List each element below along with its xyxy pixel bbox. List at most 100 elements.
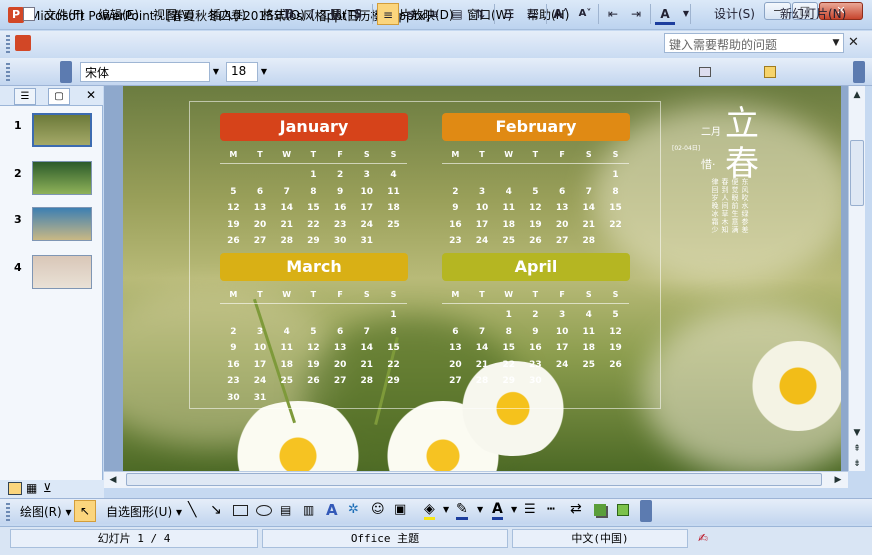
help-search-input[interactable]: 键入需要帮助的问题 [664,33,844,53]
bullets-icon[interactable]: ☰ [522,3,542,25]
select-pointer-icon[interactable]: ↖ [74,500,96,522]
font-size-select[interactable]: 18 [226,62,258,82]
scroll-up-icon[interactable]: ▲ [849,87,865,103]
slideshow-view-icon[interactable]: ⊻ [43,481,52,495]
day-cell: 20 [333,359,347,370]
day-cell: 2 [452,186,459,197]
3d-style-icon[interactable] [617,504,629,516]
dash-style-icon[interactable]: ┅ [547,502,555,517]
menu-item[interactable]: 插入(I) [209,6,246,23]
weekday-label: W [282,290,292,299]
day-cell: 27 [333,376,347,387]
picture-icon[interactable]: ▣ [394,502,406,517]
day-cell: 22 [502,359,515,370]
vertical-textbox-icon[interactable]: ▥ [303,503,314,517]
bold-button[interactable]: B [279,3,299,25]
menu-item[interactable]: 视图(V) [153,6,195,23]
increase-indent-icon[interactable]: ⇥ [626,3,646,25]
sorter-view-icon[interactable]: ▦ [26,481,37,495]
next-slide-icon[interactable]: ⇟ [849,456,865,472]
menu-item[interactable]: 文件(F) [44,6,84,23]
clipart-icon[interactable]: ☺ [371,502,385,517]
menu-item[interactable]: 编辑(E) [98,6,139,23]
toolbar-options-icon[interactable] [640,500,652,522]
slide-canvas[interactable]: January M T W T F S S 1 2 3 4 5 6 7 8 9 10 11 12 13 14 15 16 17 1… [123,86,841,471]
scroll-left-icon[interactable]: ◀ [105,472,121,488]
decrease-indent-icon[interactable]: ⇤ [603,3,623,25]
doc-close-icon[interactable]: ✕ [848,35,859,50]
slide-thumbnail[interactable] [32,113,92,147]
shadow-button[interactable]: S [348,3,368,25]
outline-tab[interactable]: ☰ [14,88,36,105]
previous-slide-icon[interactable]: ⇞ [849,441,865,457]
toolbar-grip[interactable] [6,63,10,81]
menu-grip[interactable] [6,35,10,53]
line-style-icon[interactable]: ☰ [524,502,536,517]
font-color-icon[interactable]: A [655,3,675,25]
help-dropdown-icon[interactable]: ▼ [829,34,843,52]
text-direction-icon[interactable]: ⇅ [470,3,490,25]
day-cell: 22 [387,359,400,370]
scroll-right-icon[interactable]: ▶ [830,472,846,488]
spelling-status-icon[interactable]: ✍ [698,531,708,545]
weekday-label: W [504,150,514,159]
arrow-tool-icon[interactable]: ↘ [210,502,222,518]
new-document-icon[interactable] [17,3,41,25]
fill-color-icon[interactable]: ◈ [424,501,435,520]
line-tool-icon[interactable]: ╲ [188,502,196,518]
status-slide-number: 幻灯片 1 / 4 [10,529,258,548]
line-color-icon[interactable]: ✎ [456,501,468,520]
normal-view-icon[interactable] [8,482,22,495]
day-cell: 3 [363,170,370,180]
line-dropdown-icon[interactable]: ▼ [477,505,483,514]
hscroll-thumb[interactable] [126,473,822,486]
slides-tab[interactable]: ▢ [48,88,70,105]
day-cell: 9 [532,326,539,337]
align-center-icon[interactable]: ≡ [401,3,421,25]
rectangle-tool-icon[interactable] [233,505,248,516]
draw-menu-button[interactable]: 绘图(R) ▾ [20,503,72,520]
scroll-down-icon[interactable]: ▼ [849,425,865,441]
pane-close-icon[interactable]: ✕ [86,88,96,102]
size-dropdown-icon[interactable]: ▼ [257,62,271,82]
day-cell: 21 [475,359,489,370]
textbox-tool-icon[interactable]: ▤ [280,503,291,517]
increase-font-icon[interactable]: A˄ [551,3,571,25]
oval-tool-icon[interactable] [256,505,272,516]
align-right-icon[interactable]: ≡ [424,3,444,25]
slide-thumbnail[interactable] [32,207,92,241]
distribute-icon[interactable]: ▤ [447,3,467,25]
fill-dropdown-icon[interactable]: ▼ [443,505,449,514]
day-cell [273,390,300,407]
design-button[interactable]: 设计(S) [696,3,755,25]
doc-icon[interactable] [15,35,31,51]
align-left-icon[interactable]: ≡ [377,3,399,25]
slide-thumbnail[interactable] [32,255,92,289]
font-dropdown-icon[interactable]: ▼ [209,62,223,82]
draw-grip[interactable] [6,503,10,521]
decrease-font-icon[interactable]: A˅ [575,3,595,25]
wordart-icon[interactable]: A [326,501,338,519]
day-grid: 1 2 3 4 5 6 7 8 9 10 11 12 13 14 15 16 17 18 19 20 21 22 23 24 2… [220,307,407,407]
italic-button[interactable]: I [302,3,322,25]
arrow-style-icon[interactable]: ⇄ [570,501,582,517]
underline-button[interactable]: U [325,3,345,25]
new-slide-button[interactable]: 新幻灯片(N) [762,3,846,25]
numbering-icon[interactable]: ☰ [499,3,519,25]
font-name-select[interactable]: 宋体 [80,62,210,82]
font-color-dropdown-icon[interactable]: ▼ [676,3,696,25]
day-cell: 20 [555,219,569,230]
text-color-dropdown-icon[interactable]: ▼ [511,505,517,514]
diagram-icon[interactable]: ✲ [348,502,359,517]
toolbar-options-icon[interactable] [853,61,865,83]
toolbar-options-icon[interactable] [60,61,72,83]
shadow-style-icon[interactable] [594,504,606,516]
day-grid: 1 2 3 4 5 6 7 8 9 10 11 12 13 14 15 16 17 18 19 20 21 22 23 24 2… [220,167,407,250]
day-cell [327,390,354,407]
day-cell [247,167,274,184]
day-cell: 17 [475,219,489,230]
slide-thumbnail[interactable] [32,161,92,195]
scroll-thumb[interactable] [850,140,864,206]
text-color-icon[interactable]: A [492,501,503,520]
autoshapes-button[interactable]: 自选图形(U) ▾ [106,503,182,520]
